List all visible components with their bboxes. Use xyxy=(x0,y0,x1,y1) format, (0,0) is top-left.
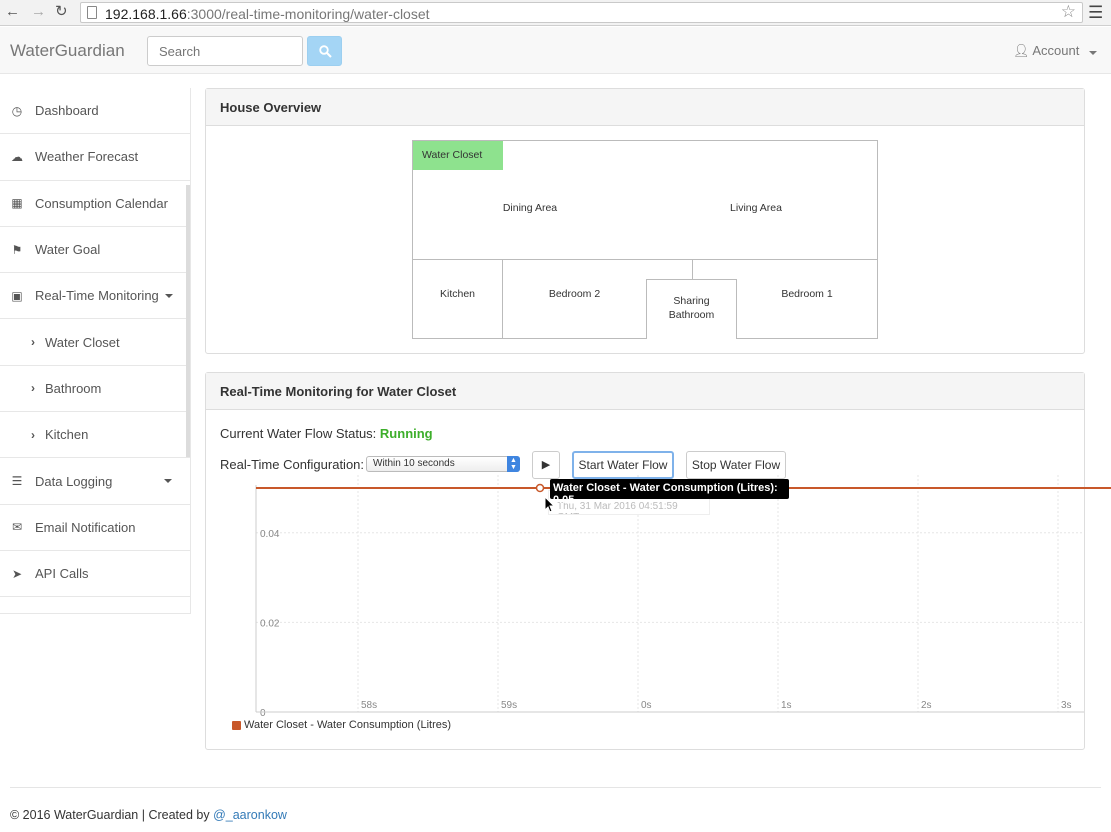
sidebar-item-label: Water Goal xyxy=(35,242,101,258)
sidebar-item-email-notification[interactable]: ✉ Email Notification xyxy=(0,505,190,551)
footer: © 2016 WaterGuardian | Created by @_aaro… xyxy=(10,808,287,822)
reload-icon[interactable]: ↻ xyxy=(55,4,68,20)
back-arrow-icon[interactable]: ← xyxy=(5,4,20,20)
sidebar-item-real-time-monitoring[interactable]: ▣ Real-Time Monitoring xyxy=(0,273,190,320)
sidebar-item-water-closet[interactable]: › Water Closet xyxy=(0,319,190,366)
search-icon xyxy=(319,45,332,58)
room-sharing-bathroom[interactable]: Sharing Bathroom xyxy=(646,279,737,339)
sidebar-item-data-logging[interactable]: ☰ Data Logging xyxy=(0,458,190,505)
caret-down-icon xyxy=(1089,51,1097,55)
sidebar-item-label: Real-Time Monitoring xyxy=(35,288,159,304)
select-arrows-icon: ▲ ▼ xyxy=(507,456,520,472)
sidebar-item-label: Dashboard xyxy=(35,103,99,119)
sidebar-item-label: Email Notification xyxy=(35,519,136,535)
monitor-icon: ▣ xyxy=(11,288,23,303)
room-label: Bathroom xyxy=(668,309,715,321)
app-navbar: WaterGuardian 👤︎ Account xyxy=(0,27,1111,74)
wall-line xyxy=(413,259,877,260)
sidebar-scrollbar[interactable] xyxy=(186,185,190,457)
search-input[interactable] xyxy=(147,36,303,66)
bookmark-star-icon[interactable]: ☆ xyxy=(1061,2,1076,22)
sidebar-item-kitchen[interactable]: › Kitchen xyxy=(0,412,190,459)
sidebar-item-consumption-calendar[interactable]: ▦ Consumption Calendar xyxy=(0,181,190,227)
send-icon: ➤ xyxy=(11,566,23,581)
stop-water-flow-button[interactable]: Stop Water Flow xyxy=(686,451,786,479)
sidebar-item-dashboard[interactable]: ◷ Dashboard xyxy=(0,88,190,135)
sidebar-item-label: Water Closet xyxy=(45,334,120,350)
footer-divider xyxy=(10,787,1101,788)
cloud-icon: ☁ xyxy=(11,149,23,164)
room-bedroom-1[interactable]: Bedroom 1 xyxy=(737,288,877,300)
wall-line xyxy=(692,259,693,279)
chart-tooltip: Water Closet - Water Consumption (Litres… xyxy=(550,479,789,506)
play-button[interactable]: ▶ xyxy=(532,451,560,479)
water-flow-status: Current Water Flow Status: Running xyxy=(220,426,433,441)
legend-label: Water Closet - Water Consumption (Litres… xyxy=(244,719,452,731)
config-select[interactable]: Within 10 seconds ▲ ▼ xyxy=(366,456,520,472)
user-icon: 👤︎ xyxy=(1012,43,1030,58)
status-value: Running xyxy=(379,426,433,441)
status-label: Current Water Flow Status: xyxy=(220,426,377,441)
sidebar-item-label: Bathroom xyxy=(45,380,102,396)
sidebar-item-label: Data Logging xyxy=(35,473,113,489)
sidebar-item-water-goal[interactable]: ⚑ Water Goal xyxy=(0,227,190,274)
caret-down-icon xyxy=(164,293,173,298)
chevron-right-icon: › xyxy=(31,427,35,442)
room-water-closet[interactable]: Water Closet xyxy=(413,141,503,170)
chevron-right-icon: › xyxy=(31,381,35,396)
sidebar-item-bathroom[interactable]: › Bathroom xyxy=(0,366,190,413)
account-label: Account xyxy=(1032,43,1080,58)
flag-icon: ⚑ xyxy=(11,242,23,257)
brand-logo[interactable]: WaterGuardian xyxy=(10,41,125,61)
browser-menu-icon[interactable]: ☰ xyxy=(1088,3,1103,23)
panel-title: House Overview xyxy=(206,89,1084,126)
sidebar: ◷ Dashboard ☁ Weather Forecast ▦ Consump… xyxy=(0,88,191,614)
config-selected-value: Within 10 seconds xyxy=(373,458,455,469)
room-dining-area[interactable]: Dining Area xyxy=(473,202,587,214)
room-living-area[interactable]: Living Area xyxy=(701,202,811,214)
list-icon: ☰ xyxy=(11,474,23,489)
config-label: Real-Time Configuration: xyxy=(220,457,365,472)
chevron-right-icon: › xyxy=(31,335,35,350)
sidebar-item-api-calls[interactable]: ➤ API Calls xyxy=(0,551,190,598)
account-menu[interactable]: 👤︎ Account xyxy=(1013,43,1097,59)
sidebar-item-label: Weather Forecast xyxy=(35,149,139,165)
room-label: Sharing xyxy=(673,295,710,307)
url-text: 192.168.1.66:3000/real-time-monitoring/w… xyxy=(105,6,430,22)
envelope-icon: ✉ xyxy=(11,520,23,535)
house-overview-panel: House Overview Water Closet Dining Area … xyxy=(205,88,1085,354)
start-water-flow-button[interactable]: Start Water Flow xyxy=(572,451,674,479)
realtime-panel: Real-Time Monitoring for Water Closet Cu… xyxy=(205,372,1085,750)
forward-arrow-icon[interactable]: → xyxy=(31,4,46,20)
author-link[interactable]: @_aaronkow xyxy=(213,808,287,822)
sidebar-item-weather-forecast[interactable]: ☁ Weather Forecast xyxy=(0,134,190,181)
address-bar[interactable]: 192.168.1.66:3000/real-time-monitoring/w… xyxy=(80,2,1083,23)
calendar-icon: ▦ xyxy=(11,196,23,211)
chart-legend[interactable]: Water Closet - Water Consumption (Litres… xyxy=(232,719,451,731)
house-floor-plan: Water Closet Dining Area Living Area Sha… xyxy=(412,140,878,339)
clock-icon: ◷ xyxy=(11,103,23,118)
room-bedroom-2[interactable]: Bedroom 2 xyxy=(503,288,646,300)
sidebar-item-label: Consumption Calendar xyxy=(35,195,168,211)
footer-text: © 2016 WaterGuardian | Created by xyxy=(10,808,214,822)
sidebar-item-label: API Calls xyxy=(35,566,89,582)
room-kitchen[interactable]: Kitchen xyxy=(413,288,502,300)
legend-swatch xyxy=(232,720,241,730)
sidebar-item-label: Kitchen xyxy=(45,427,89,443)
caret-down-icon xyxy=(164,479,172,484)
panel-title: Real-Time Monitoring for Water Closet xyxy=(206,373,1084,410)
play-icon: ▶ xyxy=(541,459,551,471)
search-button[interactable] xyxy=(307,36,342,66)
page-icon xyxy=(87,6,97,19)
mouse-cursor-icon xyxy=(544,496,556,513)
browser-toolbar: ← → ↻ 192.168.1.66:3000/real-time-monito… xyxy=(0,0,1111,26)
